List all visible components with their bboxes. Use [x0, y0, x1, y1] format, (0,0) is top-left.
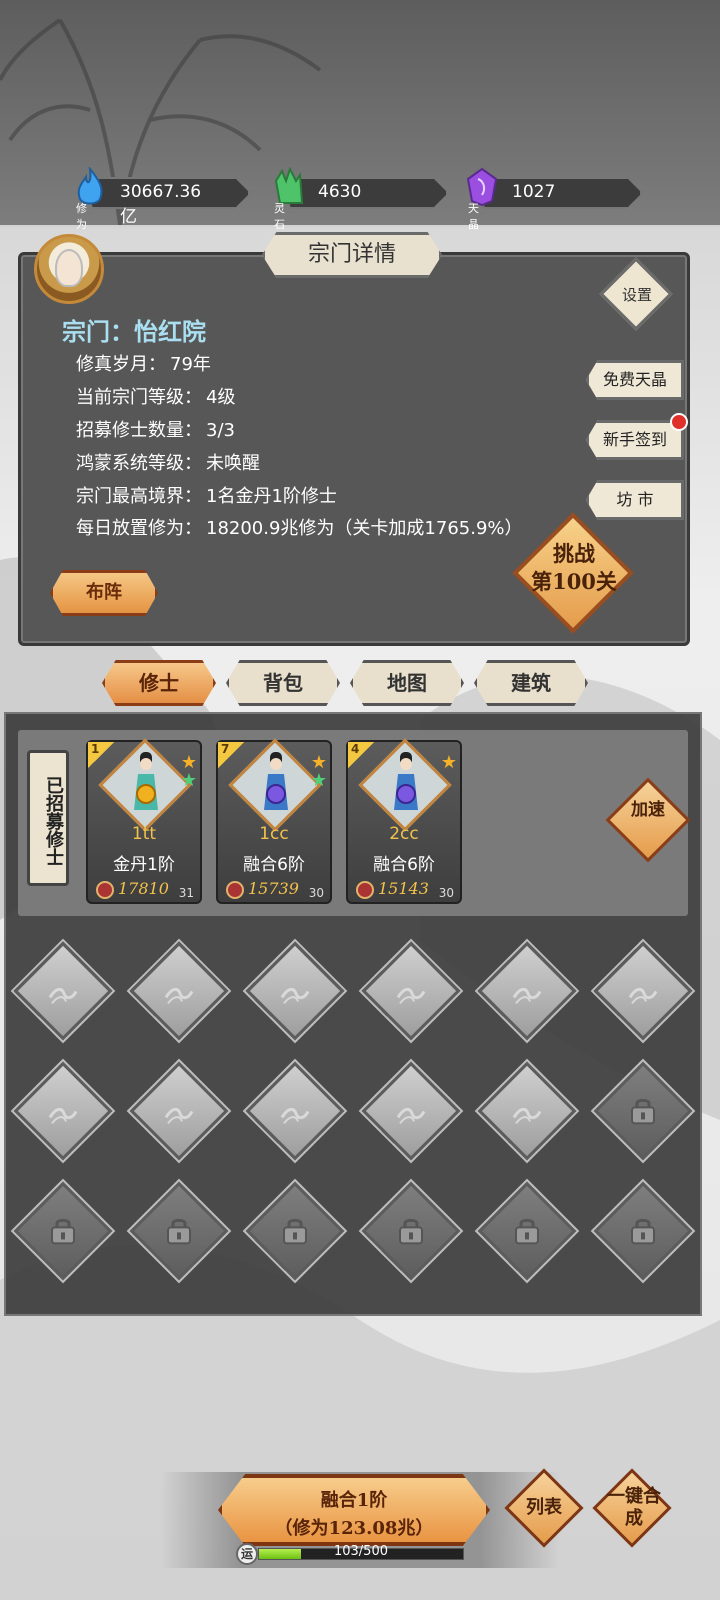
cultivator-card[interactable]: 4 ★ 2cc 融合6阶 15143 30 [346, 738, 462, 904]
green-star-icon: ★ [310, 770, 328, 791]
info-highest-realm: 宗门最高境界： 1名金丹1阶修士 [76, 486, 337, 507]
battle-power-icon [96, 881, 114, 899]
rank-badge: 7 [218, 742, 244, 768]
cultivator-card[interactable]: 1 ★ ★ 1tt 金丹1阶 17810 31 [86, 738, 202, 904]
gold-star-icon: ★ [440, 752, 458, 773]
cultivator-realm: 融合6阶 [373, 855, 435, 875]
tab-backpack[interactable]: 背包 [226, 660, 340, 706]
cultivator-name: 2cc [389, 824, 419, 844]
lock-icon [631, 1098, 655, 1125]
resource-value: 1027 [512, 182, 556, 202]
wave-icon [164, 987, 194, 1005]
cultivator-level: 30 [438, 886, 454, 900]
cultivator-realm: 融合6阶 [243, 855, 305, 875]
resource-label: 修为 [76, 202, 87, 231]
progress-text: 103/500 [333, 1544, 388, 1559]
one-key-merge-label[interactable]: 一键合成 [602, 1486, 666, 1530]
cultivator-figure-icon [264, 752, 288, 810]
lock-icon [283, 1218, 307, 1245]
free-crystal-button[interactable]: 免费天晶 [586, 360, 684, 400]
tab-map[interactable]: 地图 [350, 660, 464, 706]
challenge-label[interactable]: 挑战 第100关 [522, 540, 626, 596]
battle-power-icon [226, 881, 244, 899]
info-hongmeng-level: 鸿蒙系统等级： 未唤醒 [76, 453, 260, 474]
lock-icon [51, 1218, 75, 1245]
cultivator-figure-icon [134, 752, 158, 810]
wave-icon [48, 987, 78, 1005]
tab-cultivators[interactable]: 修士 [102, 660, 216, 706]
battle-power: 15143 [378, 879, 429, 898]
wave-icon [396, 1107, 426, 1125]
tab-buildings[interactable]: 建筑 [474, 660, 588, 706]
rank-badge: 1 [88, 742, 114, 768]
market-button[interactable]: 坊 市 [586, 480, 684, 520]
cultivator-name: 1tt [131, 824, 157, 844]
battle-power: 17810 [118, 879, 169, 898]
resource-value: 30667.36亿 [120, 182, 202, 227]
battle-power: 15739 [248, 879, 299, 898]
cultivator-level: 31 [178, 886, 194, 900]
info-recruit-count: 招募修士数量： 3/3 [76, 420, 235, 441]
avatar[interactable] [34, 234, 104, 304]
panel-title: 宗门详情 [262, 232, 442, 278]
lock-icon [515, 1218, 539, 1245]
merge-button[interactable]: 融合1阶 （修为123.08兆） [218, 1474, 490, 1546]
avatar-face-icon [55, 249, 83, 287]
resource-pill [482, 177, 642, 209]
notification-dot [670, 413, 688, 431]
luck-icon: 运 [236, 1543, 258, 1565]
cultivator-level: 30 [308, 886, 324, 900]
cultivator-card[interactable]: 7 ★ ★ 1cc 融合6阶 15739 30 [216, 738, 332, 904]
resource-bar: 30667.36亿 修为 4630 灵石 1027 天晶 [0, 165, 720, 231]
wave-icon [164, 1107, 194, 1125]
wave-icon [396, 987, 426, 1005]
cultivator-realm: 金丹1阶 [113, 855, 175, 875]
wave-icon [48, 1107, 78, 1125]
resource-pill [288, 177, 448, 209]
resource-label: 灵石 [274, 202, 285, 231]
info-daily-idle: 每日放置修为： 18200.9兆修为（关卡加成1765.9%） [76, 518, 523, 539]
speed-up-label[interactable]: 加速 [618, 800, 678, 820]
info-cultivation-years: 修真岁月： 79年 [76, 354, 211, 375]
rank-badge: 4 [348, 742, 374, 768]
wave-icon [280, 987, 310, 1005]
formation-button[interactable]: 布阵 [50, 570, 158, 616]
wave-icon [512, 987, 542, 1005]
resource-value: 4630 [318, 182, 362, 202]
info-sect-level: 当前宗门等级： 4级 [76, 387, 236, 408]
wave-icon [512, 1107, 542, 1125]
lock-icon [399, 1218, 423, 1245]
wave-icon [280, 1107, 310, 1125]
sect-name: 宗门：怡红院 [62, 317, 206, 346]
battle-power-icon [356, 881, 374, 899]
lock-icon [631, 1218, 655, 1245]
cultivator-name: 1cc [259, 824, 289, 844]
lock-icon [167, 1218, 191, 1245]
list-button-label[interactable]: 列表 [512, 1497, 576, 1519]
recruited-label: 已招募修士 [27, 750, 69, 886]
wave-icon [628, 987, 658, 1005]
newbie-checkin-button[interactable]: 新手签到 [586, 420, 684, 460]
cultivator-figure-icon [394, 752, 418, 810]
resource-label: 天晶 [468, 202, 479, 231]
green-star-icon: ★ [180, 770, 198, 791]
